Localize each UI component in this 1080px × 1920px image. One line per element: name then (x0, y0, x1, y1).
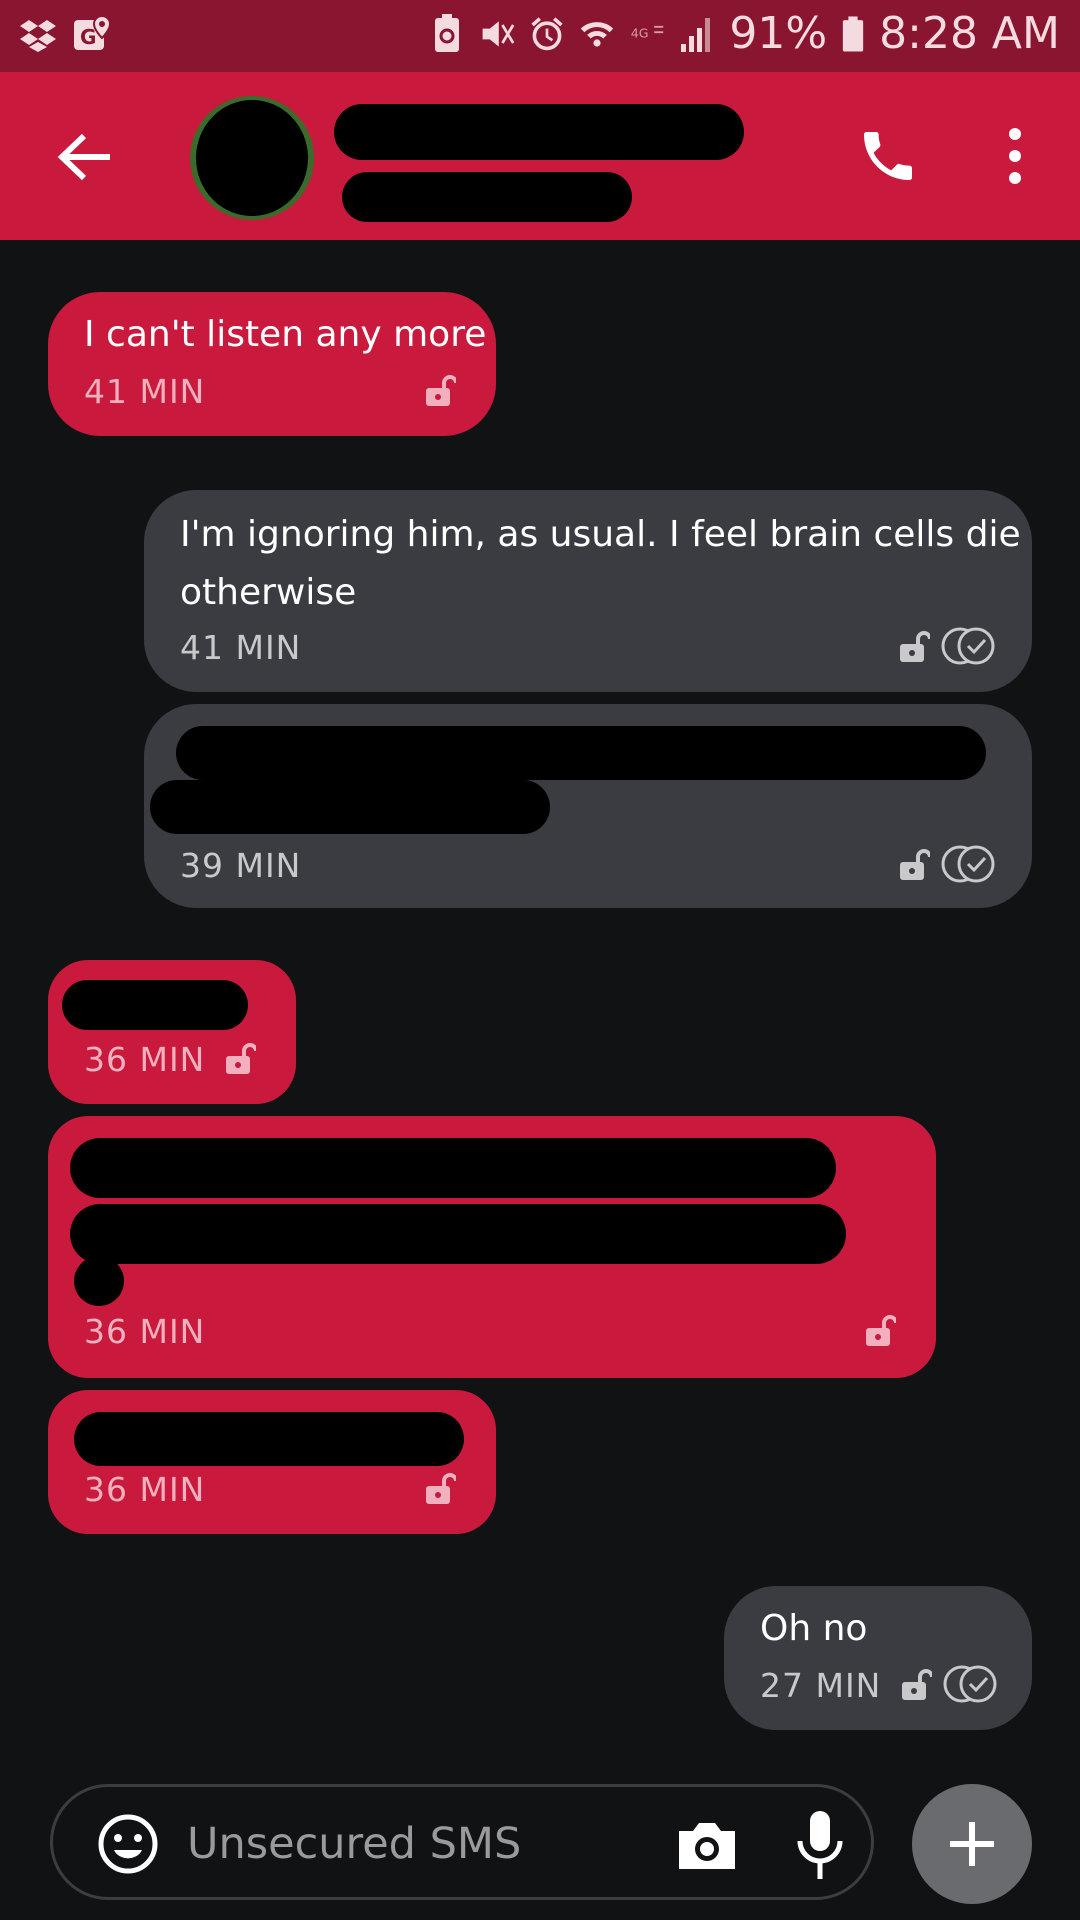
dropbox-icon (20, 20, 56, 52)
message-time: 41 MIN (84, 372, 206, 411)
svg-text:4G: 4G (631, 25, 649, 40)
message-time: 27 MIN (760, 1666, 882, 1705)
battery-icon (842, 15, 864, 52)
message-composer (50, 1784, 874, 1900)
microphone-icon[interactable] (795, 1809, 845, 1881)
maps-icon: G (74, 14, 112, 50)
message-bubble-incoming[interactable]: 36 MIN (48, 1390, 496, 1534)
message-bubble-outgoing[interactable]: I'm ignoring him, as usual. I feel brain… (144, 490, 1032, 692)
wifi-icon (581, 21, 614, 47)
redacted-text (74, 1256, 124, 1306)
redacted-text (62, 980, 248, 1030)
conversation-header (0, 72, 1080, 240)
message-bubble-outgoing[interactable]: 39 MIN (144, 704, 1032, 908)
attach-plus-button[interactable] (912, 1784, 1032, 1904)
message-text-line: otherwise (180, 572, 357, 613)
svg-text:G: G (80, 25, 96, 49)
signal-icon (681, 17, 711, 52)
phone-icon[interactable] (856, 124, 920, 188)
message-time: 36 MIN (84, 1470, 206, 1509)
avatar[interactable] (190, 96, 314, 220)
unlocked-icon (900, 849, 930, 880)
unlocked-icon (426, 1473, 456, 1504)
delivered-check-icon (941, 845, 995, 883)
redacted-text (150, 780, 550, 834)
status-bar: G 4G 91% 8:28 AM (0, 0, 1080, 72)
redacted-text (70, 1204, 846, 1264)
message-bubble-outgoing[interactable]: Oh no 27 MIN (724, 1586, 1032, 1730)
back-arrow-icon[interactable] (50, 122, 120, 192)
delivered-check-icon (943, 1665, 997, 1703)
contact-number-redaction[interactable] (342, 172, 632, 222)
message-text: I'm ignoring him, as usual. I feel brain… (180, 506, 1021, 622)
unlocked-icon (866, 1315, 896, 1346)
message-time: 36 MIN (84, 1040, 206, 1079)
battery-percent: 91% (729, 8, 828, 59)
lte-icon: 4G (631, 25, 664, 40)
message-bubble-incoming[interactable]: 36 MIN (48, 1116, 936, 1378)
alarm-icon (531, 16, 563, 50)
unlocked-icon (226, 1043, 256, 1074)
clock: 8:28 AM (879, 8, 1060, 59)
message-text: I can't listen any more (84, 314, 487, 355)
battery-saver-icon (435, 13, 460, 52)
redacted-text (176, 726, 986, 780)
more-vert-icon[interactable] (995, 124, 1035, 188)
message-time: 36 MIN (84, 1312, 206, 1351)
message-time: 39 MIN (180, 846, 302, 885)
avatar-redaction (196, 100, 308, 216)
contact-name-redaction[interactable] (334, 104, 744, 160)
message-bubble-incoming[interactable]: 36 MIN (48, 960, 296, 1104)
plus-icon (950, 1822, 994, 1866)
delivered-check-icon (941, 627, 995, 665)
unlocked-icon (426, 375, 456, 406)
message-input[interactable] (187, 1811, 567, 1877)
message-bubble-incoming[interactable]: I can't listen any more 41 MIN (48, 292, 496, 436)
unlocked-icon (900, 631, 930, 662)
mute-icon (482, 20, 515, 47)
unlocked-icon (902, 1669, 932, 1700)
message-text-line: I'm ignoring him, as usual. I feel brain… (180, 514, 1021, 555)
camera-icon[interactable] (675, 1817, 739, 1873)
emoji-icon[interactable] (97, 1813, 159, 1875)
message-time: 41 MIN (180, 628, 302, 667)
redacted-text (74, 1412, 464, 1466)
redacted-text (70, 1138, 836, 1198)
message-text: Oh no (760, 1608, 868, 1649)
